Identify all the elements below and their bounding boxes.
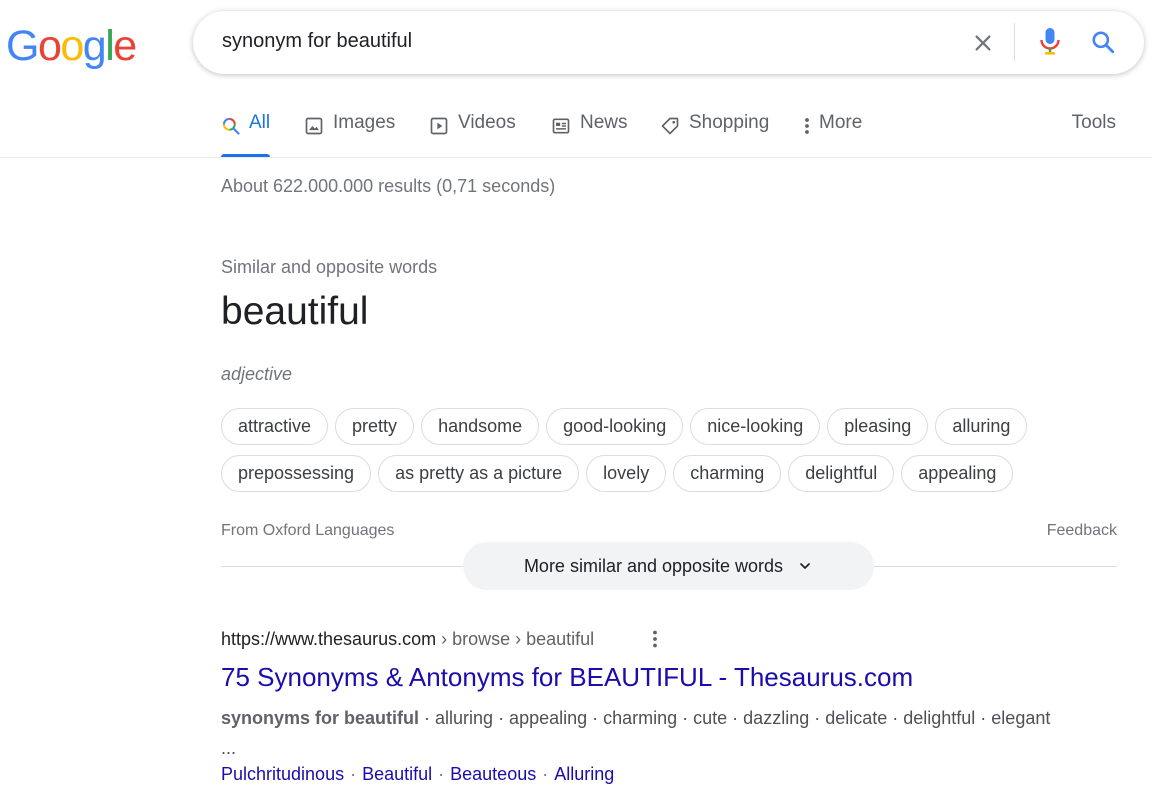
result-title-link[interactable]: 75 Synonyms & Antonyms for BEAUTIFUL - T… [221,662,913,693]
tab-videos[interactable]: Videos [428,112,516,158]
tab-more[interactable]: More [800,112,862,158]
tab-label: All [249,112,271,133]
synonym-chip[interactable]: attractive [221,408,329,445]
synonym-chip[interactable]: as pretty as a picture [378,455,580,492]
snippet-highlight: synonyms for beautiful [221,708,420,728]
more-similar-words-button[interactable]: More similar and opposite words [463,542,874,590]
logo-letter: G [6,22,39,70]
sitelink[interactable]: Alluring [554,764,614,784]
part-of-speech: adjective [221,364,293,384]
search-submit-button[interactable] [1083,25,1123,59]
synonym-chip[interactable]: lovely [586,455,667,492]
close-icon [975,35,991,51]
synonym-chip[interactable]: appealing [901,455,1014,492]
chevron-down-icon [797,558,813,574]
microphone-icon [1040,28,1060,55]
logo-letter: e [113,22,137,70]
source-attribution: From Oxford Languages [221,522,395,539]
header-divider [0,157,1152,158]
more-button-label: More similar and opposite words [523,555,784,576]
result-url[interactable]: https://www.thesaurus.com › browse › bea… [221,629,594,650]
image-icon [303,115,325,137]
more-vert-icon [653,630,657,648]
search-box[interactable]: synonym for beautiful [193,11,1144,74]
voice-search-button[interactable] [1033,25,1067,59]
logo-letter: g [82,22,107,70]
sitelink[interactable]: Pulchritudinous [221,764,344,784]
synonym-chip[interactable]: handsome [421,408,540,445]
tab-label: Videos [458,112,516,133]
tab-all[interactable]: All [221,112,270,158]
google-logo[interactable]: Google [6,22,137,71]
feedback-link[interactable]: Feedback [1047,522,1117,540]
synonym-chip[interactable]: charming [673,455,782,492]
tag-icon [659,115,681,137]
tab-label: Shopping [689,112,770,133]
synonym-chip[interactable]: prepossessing [221,455,372,492]
search-icon [221,115,241,137]
sitelink-separator: · [542,764,549,784]
tab-shopping[interactable]: Shopping [659,112,769,158]
synonym-chips-row-2: prepossessing as pretty as a picture lovel… [221,455,1014,492]
logo-letter: o [37,22,62,70]
clear-search-button[interactable] [963,27,1003,59]
logo-letter: l [105,22,115,70]
search-input[interactable]: synonym for beautiful [222,30,412,53]
synonym-chip[interactable]: good-looking [546,408,684,445]
result-breadcrumb: › browse › beautiful [436,629,595,649]
more-vert-icon [800,115,814,137]
synonym-chip[interactable]: delightful [788,455,895,492]
sitelink-separator: · [350,764,357,784]
result-stats: About 622.000.000 results (0,71 seconds) [221,176,556,196]
play-icon [428,115,450,137]
synonym-chip[interactable]: nice-looking [690,408,821,445]
tab-label: News [580,112,628,133]
tab-label: Images [333,112,396,133]
tab-news[interactable]: News [550,112,628,158]
synonym-chip[interactable]: pleasing [827,408,929,445]
similar-words-heading: Similar and opposite words [221,257,438,277]
result-snippet: synonyms for beautiful · alluring · appe… [221,703,1061,763]
sitelink-separator: · [438,764,445,784]
search-icon [1092,31,1115,54]
result-sitelinks: Pulchritudinous · Beautiful · Beauteous · Allu… [221,764,614,785]
headword: beautiful [221,290,369,333]
result-url-base: https://www.thesaurus.com [221,629,437,649]
sitelink[interactable]: Beautiful [362,764,432,784]
tab-label: More [819,112,863,133]
logo-letter: o [60,22,84,70]
search-divider [1014,23,1015,61]
result-options-button[interactable] [645,627,665,651]
synonym-chip[interactable]: alluring [935,408,1028,445]
synonym-chip[interactable]: pretty [335,408,415,445]
newspaper-icon [550,115,572,137]
synonym-chips-row-1: attractive pretty handsome good-looking nice… [221,408,1028,445]
sitelink[interactable]: Beauteous [450,764,536,784]
tab-images[interactable]: Images [303,112,395,158]
tools-button[interactable]: Tools [1072,112,1116,134]
